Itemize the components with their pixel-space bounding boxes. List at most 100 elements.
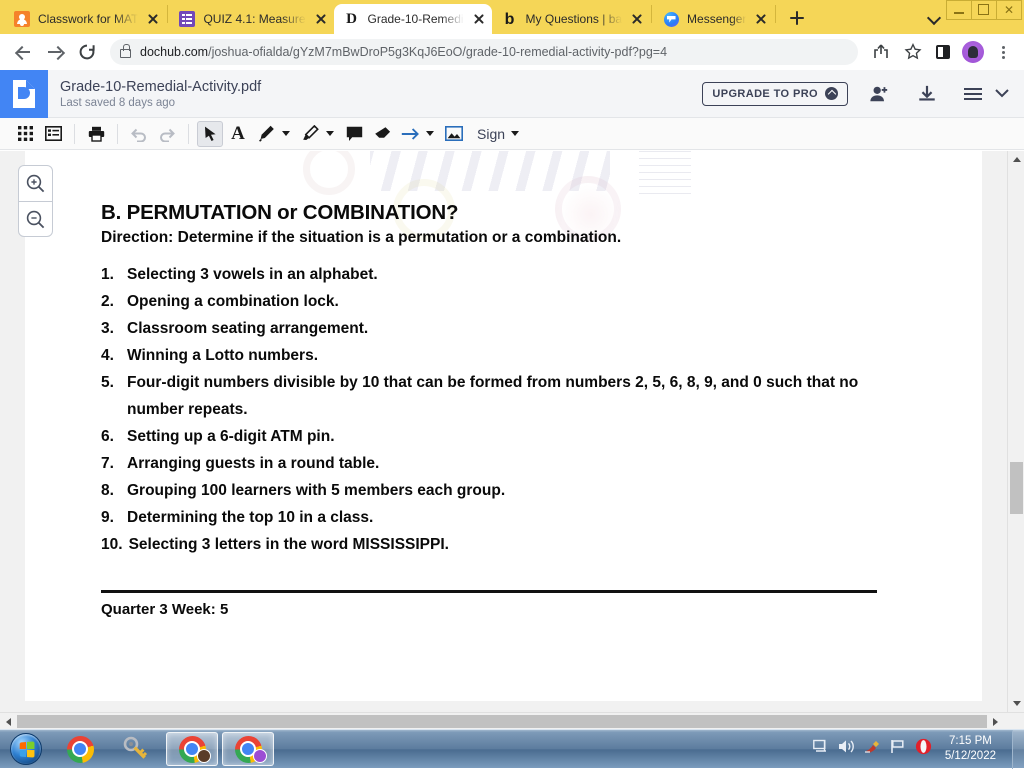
close-icon[interactable] — [628, 10, 646, 28]
item-text: Selecting 3 letters in the word MISSISSI… — [129, 531, 449, 558]
scroll-left-arrow-icon[interactable] — [0, 713, 17, 729]
item-number: 8. — [101, 477, 121, 504]
pdf-page[interactable]: B. PERMUTATION or COMBINATION? Direction… — [25, 151, 982, 701]
forward-icon[interactable] — [40, 37, 70, 67]
pen-dropdown-caret-icon[interactable] — [282, 131, 290, 136]
avatar — [253, 749, 267, 763]
scroll-down-arrow-icon[interactable] — [1008, 695, 1024, 712]
item-number: 4. — [101, 342, 121, 369]
app-header: Grade-10-Remedial-Activity.pdf Last save… — [0, 70, 1024, 118]
arrow-icon[interactable] — [397, 121, 423, 147]
item-number: 6. — [101, 423, 121, 450]
keepass-key-icon[interactable] — [110, 732, 162, 766]
browser-tab-messenger[interactable]: Messenger — [653, 4, 774, 34]
list-item: 10.Selecting 3 letters in the word MISSI… — [101, 531, 982, 558]
tab-strip: Classwork for MAT QUIZ 4.1: Measure D Gr… — [0, 0, 1024, 34]
browser-tab-classwork[interactable]: Classwork for MAT — [4, 4, 166, 34]
item-number: 9. — [101, 504, 121, 531]
reload-icon[interactable] — [72, 37, 102, 67]
toolbar-divider — [74, 124, 75, 144]
page-list-icon[interactable] — [40, 121, 66, 147]
grid-view-icon[interactable] — [12, 121, 38, 147]
opera-icon[interactable] — [915, 738, 932, 760]
maximize-button[interactable] — [971, 0, 997, 20]
toolbar-divider — [117, 124, 118, 144]
scroll-up-arrow-icon[interactable] — [1008, 151, 1024, 168]
address-bar[interactable]: dochub.com/joshua-ofialda/gYzM7mBwDroP5g… — [110, 39, 858, 65]
minimize-button[interactable] — [946, 0, 972, 20]
item-text: Grouping 100 learners with 5 members eac… — [127, 477, 505, 504]
avatar — [197, 749, 211, 763]
chrome-window-1[interactable] — [166, 732, 218, 766]
horizontal-scroll-thumb[interactable] — [17, 715, 987, 728]
network-icon[interactable] — [813, 739, 829, 759]
highlighter-dropdown-caret-icon[interactable] — [326, 131, 334, 136]
tab-divider — [775, 5, 776, 23]
vertical-scroll-thumb[interactable] — [1010, 462, 1023, 514]
action-center-flag-icon[interactable] — [890, 739, 906, 759]
chrome-taskbar-icon[interactable] — [54, 732, 106, 766]
vertical-scrollbar[interactable] — [1007, 151, 1024, 712]
brainly-icon: b — [502, 11, 518, 27]
download-icon[interactable] — [910, 77, 944, 111]
undo-icon[interactable] — [126, 121, 152, 147]
bookmark-star-icon[interactable] — [898, 37, 928, 67]
browser-tab-dochub[interactable]: D Grade-10-Remedi — [334, 4, 492, 34]
highlighter-icon[interactable] — [297, 121, 323, 147]
back-icon[interactable] — [8, 37, 38, 67]
chrome-window-2[interactable] — [222, 732, 274, 766]
zoom-out-icon[interactable] — [19, 201, 52, 236]
share-icon[interactable] — [866, 37, 896, 67]
last-saved-label: Last saved 8 days ago — [60, 97, 702, 109]
browser-tab-quiz[interactable]: QUIZ 4.1: Measure — [169, 4, 333, 34]
chevron-down-icon[interactable] — [990, 77, 1014, 111]
list-item: 1.Selecting 3 vowels in an alphabet. — [101, 261, 982, 288]
horizontal-scrollbar[interactable] — [0, 712, 1024, 729]
clock[interactable]: 7:15 PM 5/12/2022 — [941, 734, 1000, 764]
lock-icon — [120, 49, 131, 58]
sign-button[interactable]: Sign — [477, 126, 524, 142]
ccleaner-icon[interactable] — [864, 739, 881, 759]
close-icon[interactable] — [144, 10, 162, 28]
page-title: Grade-10-Remedial-Activity.pdf — [60, 79, 702, 95]
pointer-icon[interactable] — [197, 121, 223, 147]
close-icon[interactable] — [752, 10, 770, 28]
close-window-button[interactable]: ✕ — [996, 0, 1022, 20]
direction-text: Direction: Determine if the situation is… — [101, 229, 982, 247]
dochub-app: Grade-10-Remedial-Activity.pdf Last save… — [0, 70, 1024, 729]
comment-icon[interactable] — [341, 121, 367, 147]
image-icon[interactable] — [441, 121, 467, 147]
add-person-icon[interactable] — [862, 77, 896, 111]
close-icon[interactable] — [470, 10, 488, 28]
app-menu-icon[interactable] — [956, 77, 990, 111]
section-heading: B. PERMUTATION or COMBINATION? — [101, 201, 982, 225]
sign-dropdown-caret-icon[interactable] — [511, 131, 519, 136]
toolbar-divider — [188, 124, 189, 144]
eraser-icon[interactable] — [369, 121, 395, 147]
profile-avatar[interactable] — [962, 41, 984, 63]
upgrade-arrow-icon — [825, 87, 838, 100]
zoom-in-icon[interactable] — [19, 166, 52, 201]
pen-icon[interactable] — [253, 121, 279, 147]
tabstrip-controls: ✕ — [921, 0, 1024, 34]
upgrade-to-pro-button[interactable]: UPGRADE TO PRO — [702, 82, 848, 106]
document-viewer: B. PERMUTATION or COMBINATION? Direction… — [0, 151, 1024, 729]
redo-icon[interactable] — [154, 121, 180, 147]
new-tab-button[interactable] — [783, 4, 811, 32]
document-content: B. PERMUTATION or COMBINATION? Direction… — [25, 151, 982, 618]
list-item: 9.Determining the top 10 in a class. — [101, 504, 982, 531]
arrow-dropdown-caret-icon[interactable] — [426, 131, 434, 136]
chevron-down-icon[interactable] — [921, 4, 947, 30]
browser-tab-brainly[interactable]: b My Questions | ba — [492, 4, 651, 34]
show-desktop-button[interactable] — [1012, 730, 1024, 769]
item-number: 5. — [101, 369, 121, 423]
start-button[interactable] — [2, 732, 50, 766]
item-text: Winning a Lotto numbers. — [127, 342, 318, 369]
volume-icon[interactable] — [838, 739, 855, 759]
side-panel-icon[interactable] — [936, 45, 950, 59]
text-icon[interactable]: A — [225, 121, 251, 147]
close-icon[interactable] — [312, 10, 330, 28]
print-icon[interactable] — [83, 121, 109, 147]
scroll-right-arrow-icon[interactable] — [987, 713, 1004, 729]
chrome-menu-icon[interactable] — [990, 37, 1016, 67]
